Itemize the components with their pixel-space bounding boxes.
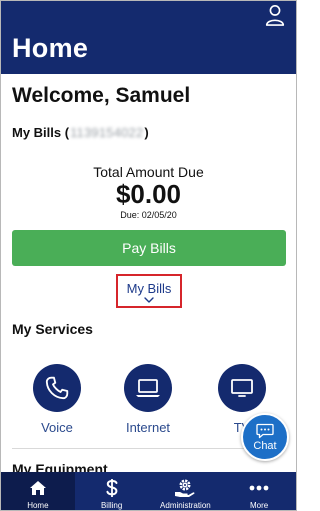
laptop-icon xyxy=(124,364,172,412)
phone-icon xyxy=(33,364,81,412)
chat-button[interactable]: Chat xyxy=(241,413,289,461)
service-internet[interactable]: Internet xyxy=(108,364,188,435)
page-title: Home xyxy=(12,33,89,63)
profile-icon[interactable] xyxy=(264,4,286,26)
home-icon xyxy=(29,478,47,498)
chat-label: Chat xyxy=(253,439,277,452)
my-bills-link[interactable]: My Bills xyxy=(116,274,182,308)
tab-home[interactable]: Home xyxy=(1,472,75,510)
my-bills-header: My Bills ( 1139154022 ) xyxy=(12,125,149,140)
total-amount-value: $0.00 xyxy=(115,179,182,209)
total-amount-label: Total Amount Due xyxy=(93,164,204,180)
due-date: Due: 02/05/20 xyxy=(120,210,177,220)
more-dots-icon xyxy=(249,478,269,498)
tab-administration[interactable]: Administration xyxy=(149,472,223,510)
tab-label: Administration xyxy=(160,501,211,510)
service-voice[interactable]: Voice xyxy=(17,364,97,435)
chevron-down-icon xyxy=(144,297,154,303)
service-label: Voice xyxy=(41,420,73,435)
my-bills-label-close: ) xyxy=(144,125,149,140)
my-bills-link-label: My Bills xyxy=(126,281,172,296)
welcome-heading: Welcome, Samuel xyxy=(12,84,191,107)
my-bills-label: My Bills ( xyxy=(12,125,70,140)
tab-billing[interactable]: Billing xyxy=(75,472,149,510)
app-screen: Home Welcome, Samuel My Bills ( 11391540… xyxy=(0,0,297,511)
account-number: 1139154022 xyxy=(70,125,144,140)
dollar-icon xyxy=(105,478,119,498)
tv-icon xyxy=(218,364,266,412)
next-section-heading: My Equipment xyxy=(12,461,108,472)
tab-label: Home xyxy=(27,501,49,510)
chat-bubble-icon xyxy=(256,423,274,438)
bottom-tab-bar: Home Billing Administration More xyxy=(1,472,296,510)
tab-more[interactable]: More xyxy=(222,472,296,510)
tab-label: More xyxy=(250,501,269,510)
services-heading: My Services xyxy=(12,321,93,337)
pay-bills-button[interactable]: Pay Bills xyxy=(12,230,286,266)
service-label: Internet xyxy=(125,420,171,435)
admin-gear-hand-icon xyxy=(174,478,196,498)
tab-label: Billing xyxy=(100,501,123,510)
app-header: Home xyxy=(1,1,296,74)
